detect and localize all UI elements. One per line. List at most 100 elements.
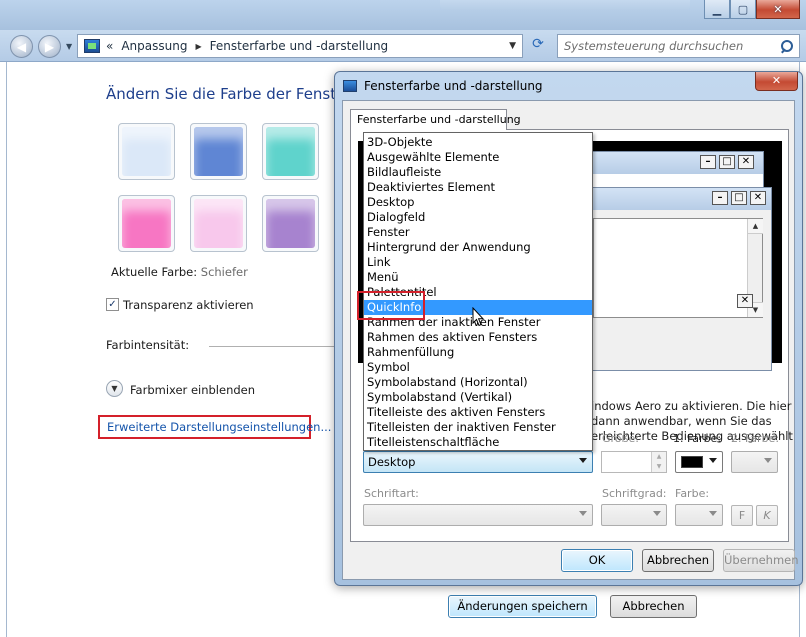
list-item[interactable]: Symbol (364, 360, 592, 375)
dialog-title: Fensterfarbe und -darstellung (364, 79, 543, 93)
color-swatch-violet[interactable] (262, 195, 319, 252)
font-size-label: Schriftgrad: (602, 487, 667, 500)
ok-button[interactable]: OK (561, 549, 633, 572)
advanced-appearance-link[interactable]: Erweiterte Darstellungseinstellungen... (98, 415, 331, 439)
color-swatch-sky[interactable] (118, 123, 175, 180)
list-item[interactable]: Hintergrund der Anwendung (364, 240, 592, 255)
chevron-down-icon (709, 458, 717, 463)
list-item[interactable]: Link (364, 255, 592, 270)
color-swatch-sea[interactable] (262, 123, 319, 180)
chevron-down-icon (579, 511, 587, 516)
breadcrumb-prefix[interactable]: « (106, 39, 113, 53)
chevron-down-icon (579, 458, 587, 463)
navigation-bar: ◀ ▶ ▼ « Anpassung ▶ Fensterfarbe und -da… (0, 30, 806, 62)
font-select[interactable] (363, 504, 593, 526)
chevron-down-icon (764, 458, 772, 463)
list-item[interactable]: Fenster (364, 225, 592, 240)
size-stepper[interactable]: ▲ ▼ (601, 451, 667, 473)
preview-titlebar: – □ ✕ (581, 152, 763, 174)
preview-close-icon: ✕ (738, 155, 754, 169)
maximize-button[interactable]: ▢ (730, 0, 756, 19)
current-color-row: Aktuelle Farbe: Schiefer (111, 265, 248, 279)
dialog-window-icon (343, 80, 357, 92)
outer-caption-buttons: ▁ ▢ ✕ (704, 0, 800, 19)
recent-pages-chevron-icon[interactable]: ▼ (66, 42, 72, 51)
color1-label: 1. Farbe: (673, 432, 722, 445)
swatch-fill (194, 127, 243, 176)
preview-maximize-icon: □ (719, 155, 735, 169)
refresh-icon[interactable]: ⟳ (527, 36, 549, 56)
bold-button[interactable]: F (731, 505, 753, 526)
list-item[interactable]: Rahmenfüllung (364, 345, 592, 360)
back-arrow-icon[interactable]: ◀ (10, 35, 33, 58)
expand-chevron-icon[interactable]: ▼ (106, 380, 123, 397)
list-item[interactable]: Symbolabstand (Horizontal) (364, 375, 592, 390)
color2-label: 2. Farbe: (731, 432, 780, 445)
outer-cancel-button[interactable]: Abbrechen (610, 595, 697, 618)
list-item[interactable]: Symbolabstand (Vertikal) (364, 390, 592, 405)
list-item[interactable]: Deaktiviertes Element (364, 180, 592, 195)
chevron-down-icon (709, 511, 717, 516)
description-line: indows Aero zu aktivieren. Die hier (591, 399, 792, 413)
list-item[interactable]: Titelleisten der inaktiven Fenster (364, 420, 592, 435)
current-color-label: Aktuelle Farbe: (111, 265, 198, 279)
transparency-checkbox[interactable]: ✓ (106, 298, 119, 311)
swatch-fill (122, 199, 171, 248)
outer-titlebar: ▁ ▢ ✕ (0, 0, 806, 30)
font-color-label: Farbe: (675, 487, 710, 500)
list-item[interactable]: Titelleistenschaltfläche (364, 435, 592, 450)
breadcrumb-fensterfarbe[interactable]: Fensterfarbe und -darstellung (210, 39, 389, 53)
color-swatch-fuchsia[interactable] (118, 195, 175, 252)
font-color-picker[interactable] (675, 504, 723, 526)
font-size-select[interactable] (601, 504, 667, 526)
dialog-cancel-button[interactable]: Abbrechen (642, 549, 714, 572)
color-swatch-twilight[interactable] (190, 123, 247, 180)
address-dropdown-icon[interactable]: ▼ (509, 41, 516, 51)
address-bar[interactable]: « Anpassung ▶ Fensterfarbe und -darstell… (77, 34, 523, 58)
swatch-fill (122, 127, 171, 176)
swatch-fill (266, 127, 315, 176)
search-placeholder: Systemsteuerung durchsuchen (564, 39, 744, 53)
intensity-label: Farbintensität: (106, 338, 190, 352)
color1-swatch (681, 456, 703, 468)
save-changes-button[interactable]: Änderungen speichern (448, 595, 597, 618)
page-title: Ändern Sie die Farbe der Fenster (106, 85, 352, 103)
element-select[interactable]: Desktop (363, 451, 593, 473)
color2-picker[interactable] (731, 451, 778, 473)
element-select-value: Desktop (368, 455, 416, 469)
list-item[interactable]: Menü (364, 270, 592, 285)
font-label: Schriftart: (364, 487, 419, 500)
list-item[interactable]: Titelleiste des aktiven Fensters (364, 405, 592, 420)
forward-arrow-icon[interactable]: ▶ (38, 35, 61, 58)
close-button[interactable]: ✕ (756, 0, 800, 19)
color1-picker[interactable] (675, 451, 723, 473)
tab-appearance[interactable]: Fensterfarbe und -darstellung (350, 109, 521, 130)
scroll-up-icon: ▲ (748, 219, 763, 234)
dialog-close-icon[interactable]: ✕ (755, 72, 798, 91)
intensity-slider[interactable] (209, 346, 339, 347)
list-item[interactable]: Bildlaufleiste (364, 165, 592, 180)
apply-button[interactable]: Übernehmen (723, 549, 799, 572)
list-item[interactable]: 3D-Objekte (364, 135, 592, 150)
control-panel-icon (84, 39, 100, 53)
search-icon[interactable] (780, 39, 793, 53)
list-item[interactable]: Dialogfeld (364, 210, 592, 225)
list-item[interactable]: Ausgewählte Elemente (364, 150, 592, 165)
stepper-arrows-icon[interactable]: ▲ ▼ (651, 452, 666, 472)
breadcrumb-anpassung[interactable]: Anpassung (121, 39, 187, 53)
breadcrumb-separator-icon[interactable]: ▶ (195, 42, 201, 51)
swatch-fill (194, 199, 243, 248)
color-swatch-blush[interactable] (190, 195, 247, 252)
list-item[interactable]: Desktop (364, 195, 592, 210)
preview-message-close-icon: ✕ (737, 294, 753, 308)
mixer-label[interactable]: Farbmixer einblenden (130, 383, 255, 397)
preview-titlebar: – □ ✕ (587, 188, 771, 210)
minimize-button[interactable]: ▁ (704, 0, 730, 19)
list-item[interactable]: Rahmen des aktiven Fensters (364, 330, 592, 345)
search-input[interactable]: Systemsteuerung durchsuchen (557, 34, 800, 58)
transparency-label[interactable]: Transparenz aktivieren (123, 298, 254, 312)
preview-maximize-icon: □ (731, 191, 747, 205)
size-label: Größe: (602, 432, 639, 445)
italic-button[interactable]: K (756, 505, 778, 526)
preview-active-window: – □ ✕ ▲ ▼ ✕ (586, 187, 772, 371)
